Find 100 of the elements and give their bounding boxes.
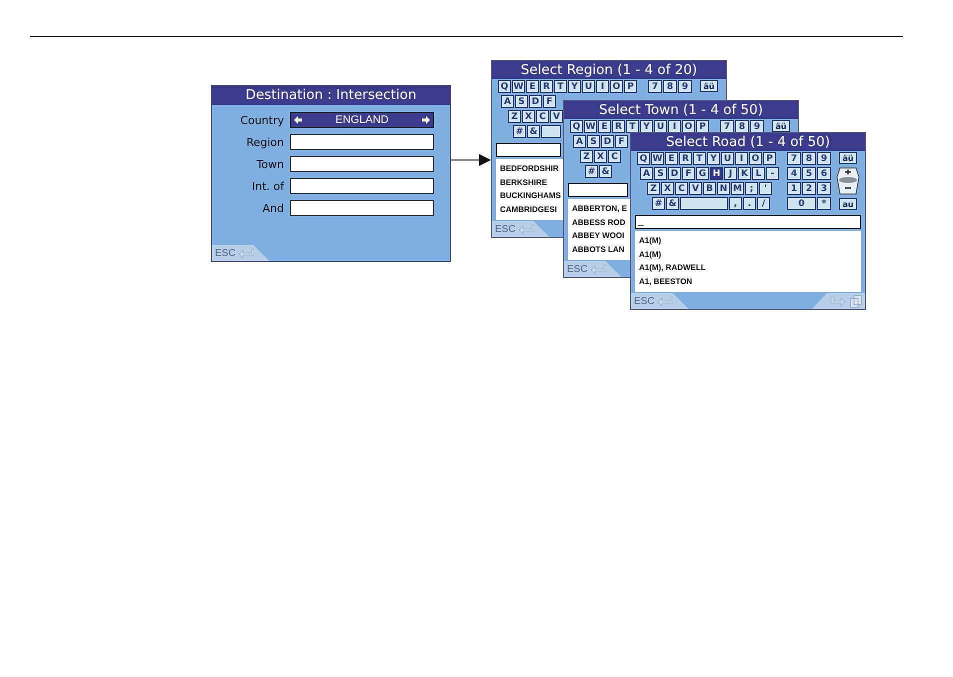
keyboard-key[interactable]: T xyxy=(693,152,706,165)
keyboard-key[interactable]: 9 xyxy=(817,152,831,165)
keyboard-key[interactable]: 0 xyxy=(787,197,816,210)
country-selector[interactable]: ENGLAND xyxy=(290,112,434,128)
keyboard-key[interactable]: Z xyxy=(580,150,593,163)
keyboard-key[interactable]: N xyxy=(717,182,730,195)
keyboard-mode-button[interactable]: äü xyxy=(700,80,718,92)
keyboard-key[interactable]: M xyxy=(731,182,744,195)
result-item[interactable]: A1(M) xyxy=(639,234,662,248)
keyboard-key[interactable]: O xyxy=(682,120,695,133)
keyboard-key[interactable]: 3 xyxy=(817,182,831,195)
keyboard-key[interactable]: H xyxy=(710,167,723,180)
keyboard-key[interactable]: F xyxy=(615,135,628,148)
keyboard-key[interactable]: I xyxy=(668,120,681,133)
space-key[interactable] xyxy=(541,125,561,138)
result-item[interactable]: ABBOTS LAN xyxy=(572,242,624,256)
zoom-control-icon[interactable] xyxy=(836,166,860,196)
keyboard-key[interactable]: I xyxy=(596,80,609,93)
keyboard-key[interactable]: F xyxy=(682,167,695,180)
keyboard-key[interactable]: 9 xyxy=(750,120,764,133)
keyboard-key[interactable]: 6 xyxy=(817,167,831,180)
keyboard-key[interactable]: * xyxy=(817,197,831,210)
input-field[interactable] xyxy=(568,183,628,197)
keyboard-key[interactable]: B xyxy=(703,182,716,195)
keyboard-key[interactable]: T xyxy=(554,80,567,93)
result-item[interactable]: A1(M) xyxy=(639,248,662,261)
result-item[interactable]: A1(M), RADWELL xyxy=(639,261,706,274)
keyboard-key[interactable]: L xyxy=(752,167,765,180)
keyboard-key[interactable]: P xyxy=(696,120,709,133)
result-item[interactable]: ABBESS ROD xyxy=(572,216,626,229)
result-item[interactable]: CAMBRIDGESI xyxy=(500,202,557,216)
keyboard-key[interactable]: P xyxy=(624,80,637,93)
keyboard-key[interactable]: . xyxy=(743,197,756,210)
keyboard-key[interactable]: 8 xyxy=(663,80,677,93)
keyboard-key[interactable]: Z xyxy=(508,110,521,123)
keyboard-key[interactable]: 7 xyxy=(648,80,662,93)
keyboard-key[interactable]: Y xyxy=(640,120,653,133)
keyboard-key[interactable]: R xyxy=(612,120,625,133)
space-key[interactable] xyxy=(680,197,728,210)
keyboard-key[interactable]: C xyxy=(608,150,621,163)
keyboard-key[interactable]: 9 xyxy=(678,80,692,93)
keyboard-key[interactable]: S xyxy=(587,135,600,148)
input-field[interactable] xyxy=(290,156,434,172)
keyboard-key[interactable]: X xyxy=(661,182,674,195)
keyboard-key[interactable]: X xyxy=(594,150,607,163)
keyboard-mode-button[interactable]: äü xyxy=(839,152,857,164)
keyboard-key[interactable]: C xyxy=(675,182,688,195)
keyboard-key[interactable]: U xyxy=(582,80,595,93)
keyboard-key[interactable]: V xyxy=(689,182,702,195)
keyboard-key[interactable]: W xyxy=(584,120,597,133)
keyboard-key[interactable]: A xyxy=(501,95,514,108)
keyboard-key[interactable]: K xyxy=(738,167,751,180)
keyboard-key[interactable]: 8 xyxy=(802,152,816,165)
keyboard-key[interactable]: Y xyxy=(707,152,720,165)
keyboard-key[interactable]: E xyxy=(526,80,539,93)
keyboard-key[interactable]: T xyxy=(626,120,639,133)
keyboard-key[interactable]: # xyxy=(585,165,598,178)
keyboard-key[interactable]: R xyxy=(679,152,692,165)
keyboard-key[interactable]: D xyxy=(601,135,614,148)
result-item[interactable]: BERKSHIRE xyxy=(500,176,548,189)
keyboard-key[interactable]: Q xyxy=(498,80,511,93)
keyboard-key[interactable]: F xyxy=(543,95,556,108)
keyboard-key[interactable]: Z xyxy=(647,182,660,195)
keyboard-key[interactable]: O xyxy=(749,152,762,165)
keyboard-key[interactable]: Y xyxy=(568,80,581,93)
keyboard-mode-button[interactable]: äü xyxy=(772,120,790,132)
keyboard-key[interactable]: & xyxy=(666,197,679,210)
keyboard-key[interactable]: X xyxy=(522,110,535,123)
keyboard-key[interactable]: 4 xyxy=(787,167,801,180)
keyboard-key[interactable]: ' xyxy=(759,182,772,195)
keyboard-key[interactable]: 7 xyxy=(787,152,801,165)
input-field[interactable] xyxy=(496,143,561,157)
keyboard-key[interactable]: A xyxy=(573,135,586,148)
keyboard-key[interactable]: E xyxy=(598,120,611,133)
keyboard-key[interactable]: W xyxy=(651,152,664,165)
keyboard-key[interactable]: Q xyxy=(637,152,650,165)
keyboard-key[interactable]: W xyxy=(512,80,525,93)
result-item[interactable]: ABBEY WOOI xyxy=(572,229,624,242)
result-item[interactable]: ABBERTON, E xyxy=(572,202,627,216)
esc-button[interactable]: ESC xyxy=(492,221,550,237)
keyboard-key[interactable]: # xyxy=(652,197,665,210)
input-field[interactable] xyxy=(290,134,434,150)
result-item[interactable]: BUCKINGHAMS xyxy=(500,189,561,202)
result-item[interactable]: A1, BEESTON xyxy=(639,274,692,288)
keyboard-key[interactable]: I xyxy=(735,152,748,165)
keyboard-key[interactable]: - xyxy=(766,167,779,180)
keyboard-key[interactable]: O xyxy=(610,80,623,93)
keyboard-key[interactable]: S xyxy=(654,167,667,180)
keyboard-key[interactable]: U xyxy=(721,152,734,165)
keyboard-key[interactable]: A xyxy=(640,167,653,180)
keyboard-key[interactable]: G xyxy=(696,167,709,180)
keyboard-key[interactable]: U xyxy=(654,120,667,133)
keyboard-key[interactable]: 1 xyxy=(787,182,801,195)
keyboard-key[interactable]: 8 xyxy=(735,120,749,133)
keyboard-key[interactable]: # xyxy=(513,125,526,138)
input-field[interactable] xyxy=(290,178,434,194)
keyboard-key[interactable]: & xyxy=(599,165,612,178)
keyboard-key[interactable]: D xyxy=(529,95,542,108)
keyboard-key[interactable]: D xyxy=(668,167,681,180)
keyboard-key[interactable]: C xyxy=(536,110,549,123)
